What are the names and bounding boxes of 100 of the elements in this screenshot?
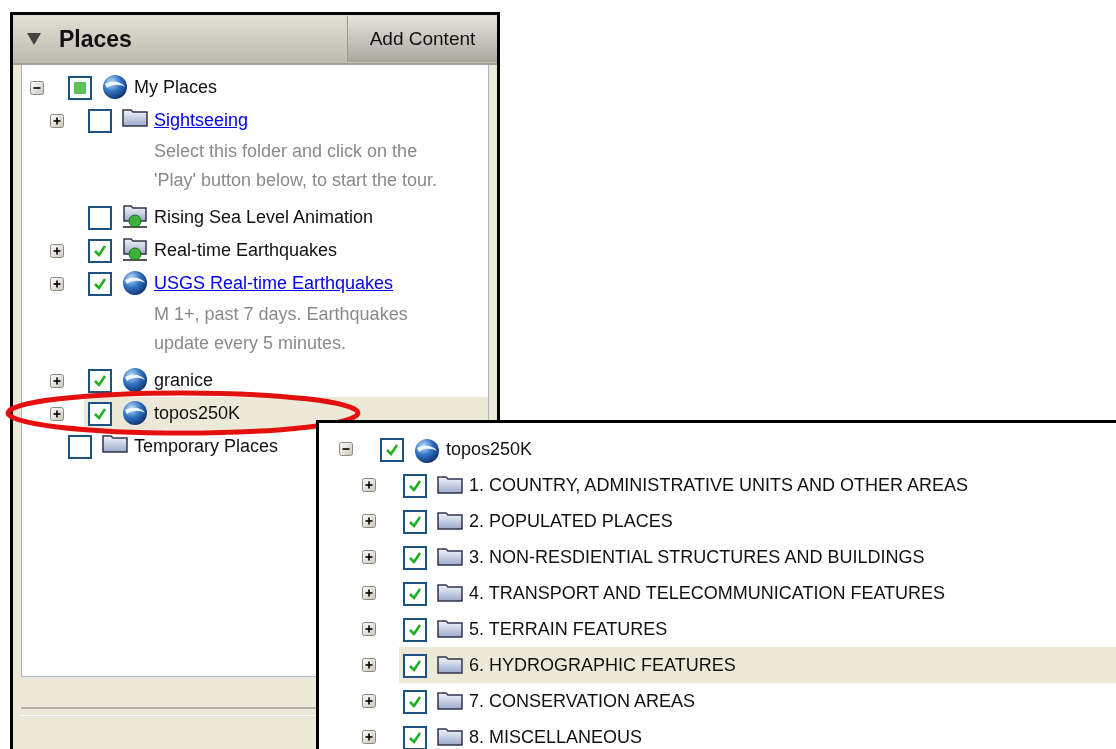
folder-icon bbox=[102, 433, 128, 453]
folder-icon bbox=[437, 690, 463, 710]
tree-row[interactable]: topos250K bbox=[376, 431, 533, 467]
checkbox[interactable] bbox=[68, 435, 92, 459]
globe-icon bbox=[102, 74, 128, 100]
tree-row[interactable]: Real-time Earthquakes bbox=[84, 234, 338, 267]
plus-icon[interactable] bbox=[50, 243, 64, 258]
check-icon bbox=[408, 659, 422, 673]
item-label: 5. TERRAIN FEATURES bbox=[469, 618, 668, 641]
plus-icon[interactable] bbox=[50, 113, 64, 128]
panel-title: Places bbox=[59, 25, 133, 53]
tree-row[interactable]: granice bbox=[84, 364, 214, 397]
network-folder-icon bbox=[122, 204, 148, 230]
check-icon bbox=[408, 551, 422, 565]
check-icon bbox=[408, 695, 422, 709]
plus-icon[interactable] bbox=[50, 276, 64, 291]
check-icon bbox=[93, 244, 107, 258]
plus-icon[interactable] bbox=[362, 550, 376, 564]
plus-icon[interactable] bbox=[362, 694, 376, 708]
checkbox[interactable] bbox=[403, 618, 427, 642]
item-label: Rising Sea Level Animation bbox=[154, 206, 374, 229]
item-link[interactable]: USGS Real-time Earthquakes bbox=[154, 267, 408, 300]
folder-icon bbox=[437, 618, 463, 638]
folder-icon bbox=[437, 474, 463, 494]
globe-icon bbox=[122, 367, 148, 393]
plus-icon[interactable] bbox=[362, 622, 376, 636]
item-label: 3. NON-RESDIENTIAL STRUCTURES AND BUILDINGS bbox=[469, 546, 925, 569]
tree-row[interactable]: 7. CONSERVATION AREAS bbox=[399, 683, 696, 719]
item-label: 4. TRANSPORT AND TELECOMMUNICATION FEATURES bbox=[469, 582, 946, 605]
checkbox[interactable] bbox=[403, 582, 427, 606]
checkbox[interactable] bbox=[403, 690, 427, 714]
tree-row[interactable]: My Places bbox=[64, 71, 218, 104]
checkbox[interactable] bbox=[88, 109, 112, 133]
tree-row[interactable]: 2. POPULATED PLACES bbox=[399, 503, 673, 539]
folder-icon bbox=[122, 107, 148, 127]
item-description: M 1+, past 7 days. Earthquakes update every 5 minutes. bbox=[154, 303, 408, 355]
checkbox[interactable] bbox=[403, 726, 427, 749]
item-label: topos250K bbox=[154, 402, 241, 425]
plus-icon[interactable] bbox=[50, 406, 64, 421]
item-label: 1. COUNTRY, ADMINISTRATIVE UNITS AND OTHER AREAS bbox=[469, 474, 969, 497]
plus-icon[interactable] bbox=[362, 514, 376, 528]
tree-row[interactable]: 8. MISCELLANEOUS bbox=[399, 719, 643, 749]
checkbox[interactable] bbox=[88, 206, 112, 230]
item-label: 7. CONSERVATION AREAS bbox=[469, 690, 696, 713]
item-label: My Places bbox=[134, 76, 218, 99]
check-icon bbox=[93, 277, 107, 291]
check-icon bbox=[408, 731, 422, 745]
check-icon bbox=[93, 374, 107, 388]
item-label: granice bbox=[154, 369, 214, 392]
checkbox[interactable] bbox=[88, 402, 112, 426]
folder-icon bbox=[437, 582, 463, 602]
tree-row[interactable]: 6. HYDROGRAPHIC FEATURES bbox=[399, 647, 1116, 683]
folder-icon bbox=[437, 726, 463, 746]
globe-icon bbox=[414, 438, 440, 464]
plus-icon[interactable] bbox=[362, 658, 376, 672]
minus-icon[interactable] bbox=[339, 442, 353, 456]
tree-row[interactable]: 1. COUNTRY, ADMINISTRATIVE UNITS AND OTHER AREAS bbox=[399, 467, 969, 503]
tree-row[interactable]: Sightseeing Select this folder and click on the 'Play' button below, to start the tour. bbox=[84, 104, 438, 201]
check-icon bbox=[408, 479, 422, 493]
tree-row[interactable]: Rising Sea Level Animation bbox=[84, 201, 374, 234]
checkbox[interactable] bbox=[68, 76, 92, 100]
triangle-icon[interactable] bbox=[27, 33, 41, 45]
plus-icon[interactable] bbox=[50, 373, 64, 388]
item-label: Real-time Earthquakes bbox=[154, 239, 338, 262]
checkbox[interactable] bbox=[88, 272, 112, 296]
add-content-button[interactable]: Add Content bbox=[347, 16, 497, 62]
check-icon bbox=[408, 515, 422, 529]
item-description: Select this folder and click on the 'Play' button below, to start the tour. bbox=[154, 140, 438, 192]
item-label: Temporary Places bbox=[134, 435, 279, 458]
checkbox[interactable] bbox=[403, 654, 427, 678]
checkbox[interactable] bbox=[380, 438, 404, 462]
plus-icon[interactable] bbox=[362, 586, 376, 600]
globe-icon bbox=[122, 400, 148, 426]
item-label: 6. HYDROGRAPHIC FEATURES bbox=[469, 654, 736, 677]
network-folder-icon bbox=[122, 237, 148, 263]
checkbox[interactable] bbox=[88, 239, 112, 263]
checkbox[interactable] bbox=[403, 510, 427, 534]
item-label: 8. MISCELLANEOUS bbox=[469, 726, 643, 749]
tree-row[interactable]: Temporary Places bbox=[64, 430, 279, 463]
check-icon bbox=[408, 623, 422, 637]
tree-row[interactable]: 3. NON-RESDIENTIAL STRUCTURES AND BUILDINGS bbox=[399, 539, 925, 575]
plus-icon[interactable] bbox=[362, 730, 376, 744]
item-label: topos250K bbox=[446, 438, 533, 461]
minus-icon[interactable] bbox=[30, 80, 44, 95]
tree-row[interactable]: 5. TERRAIN FEATURES bbox=[399, 611, 668, 647]
item-label: 2. POPULATED PLACES bbox=[469, 510, 673, 533]
checkbox[interactable] bbox=[403, 546, 427, 570]
tree-row[interactable]: 4. TRANSPORT AND TELECOMMUNICATION FEATURES bbox=[399, 575, 946, 611]
globe-icon bbox=[122, 270, 148, 296]
folder-icon bbox=[437, 510, 463, 530]
plus-icon[interactable] bbox=[362, 478, 376, 492]
check-icon bbox=[408, 587, 422, 601]
folder-icon bbox=[437, 654, 463, 674]
check-icon bbox=[93, 407, 107, 421]
check-icon bbox=[385, 443, 399, 457]
item-link[interactable]: Sightseeing bbox=[154, 104, 438, 137]
checkbox[interactable] bbox=[88, 369, 112, 393]
tree-row[interactable]: USGS Real-time Earthquakes M 1+, past 7 days. Earthquakes update every 5 minutes. bbox=[84, 267, 408, 364]
checkbox[interactable] bbox=[403, 474, 427, 498]
folder-icon bbox=[437, 546, 463, 566]
